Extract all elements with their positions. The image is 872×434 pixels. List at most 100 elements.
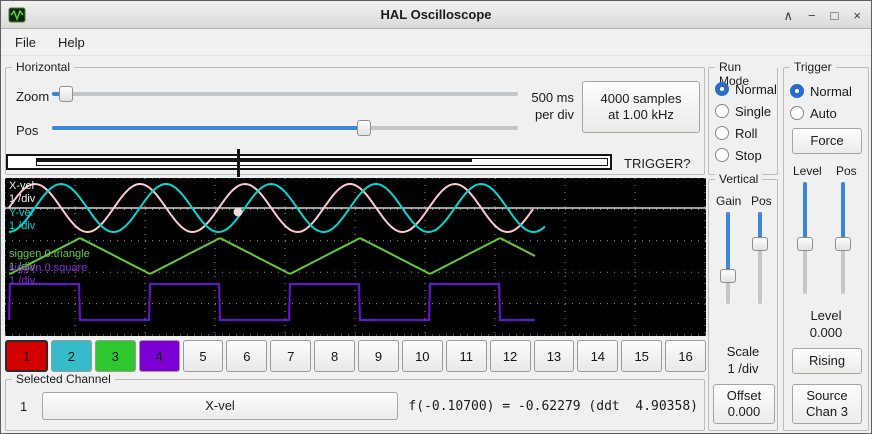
maximize-icon[interactable]: □ <box>831 9 839 22</box>
menu-bar: File Help <box>1 30 871 56</box>
channel-button-4[interactable]: 4 <box>139 340 180 372</box>
trigger-edge-button[interactable]: Rising <box>792 348 862 374</box>
scale-value: 1 /div <box>709 361 777 376</box>
timebase-value: 500 ms <box>512 89 574 106</box>
radio-roll[interactable]: Roll <box>715 122 777 144</box>
pos-slider-fill <box>52 126 364 130</box>
pos-slider-handle[interactable] <box>357 120 371 136</box>
trigger-level-value: 0.000 <box>784 325 868 340</box>
selected-channel-group-title: Selected Channel <box>12 372 115 386</box>
scope-channel-name: Y-vel <box>9 207 35 220</box>
vertical-group-title: Vertical <box>715 172 762 186</box>
channel-button-16[interactable]: 16 <box>665 340 706 372</box>
sample-count-label: 4000 samples <box>601 91 682 107</box>
radio-stop[interactable]: Stop <box>715 144 777 166</box>
gain-slider-fill <box>726 212 730 276</box>
scope-channel-name: siggen.0.triangle <box>9 248 90 261</box>
channel-button-10[interactable]: 10 <box>402 340 443 372</box>
channel-button-14[interactable]: 14 <box>577 340 618 372</box>
radio-single[interactable]: Single <box>715 100 777 122</box>
channel-button-row: 12345678910111213141516 <box>5 340 706 372</box>
channel-button-6[interactable]: 6 <box>226 340 267 372</box>
channel-button-11[interactable]: 11 <box>446 340 487 372</box>
radio-indicator[interactable] <box>715 148 729 162</box>
radio-indicator[interactable] <box>790 106 804 120</box>
channel-value-readout: f(-0.10700) = -0.62279 (ddt 4.90358) <box>404 399 698 414</box>
offset-value: 0.000 <box>728 404 761 420</box>
channel-button-12[interactable]: 12 <box>490 340 531 372</box>
run-mode-radios: Normal Single Roll Stop <box>715 78 777 166</box>
radio-normal[interactable]: Normal <box>715 78 777 100</box>
scope-display[interactable]: X-vel1 /divY-vel1 /divsiggen.0.triangle1… <box>5 178 706 336</box>
selected-channel-number: 1 <box>20 399 27 414</box>
trigger-group: Trigger NormalAuto Force Level Pos Level… <box>783 67 869 431</box>
close-icon[interactable]: × <box>853 9 861 22</box>
trigger-level-caption: Level <box>784 308 868 323</box>
trigger-level-slider[interactable] <box>796 182 814 294</box>
radio-indicator[interactable] <box>715 126 729 140</box>
offset-caption: Offset <box>727 388 761 404</box>
channel-button-9[interactable]: 9 <box>358 340 399 372</box>
channel-button-3[interactable]: 3 <box>95 340 136 372</box>
timeline-view-window[interactable] <box>36 158 608 166</box>
scope-channel-label: X-vel1 /div <box>9 180 35 206</box>
menu-file[interactable]: File <box>15 35 36 50</box>
trigger-level-slider-label: Level <box>793 164 822 178</box>
scope-channel-label: siggen.0.square1 /div <box>9 262 87 288</box>
channel-button-5[interactable]: 5 <box>183 340 224 372</box>
channel-button-8[interactable]: 8 <box>314 340 355 372</box>
offset-button[interactable]: Offset 0.000 <box>713 384 775 424</box>
channel-button-7[interactable]: 7 <box>270 340 311 372</box>
radio-indicator[interactable] <box>715 104 729 118</box>
channel-button-1[interactable]: 1 <box>5 340 48 372</box>
sample-rate-label: at 1.00 kHz <box>608 107 674 123</box>
radio-label: Normal <box>810 84 852 99</box>
channel-button-2[interactable]: 2 <box>51 340 92 372</box>
radio-indicator[interactable] <box>715 82 729 96</box>
radio-label: Stop <box>735 148 762 163</box>
force-button-label: Force <box>810 133 843 149</box>
minimize-icon[interactable]: − <box>808 9 816 22</box>
shade-icon[interactable]: ∧ <box>783 9 793 22</box>
trigger-level-handle[interactable] <box>797 237 813 251</box>
radio-indicator[interactable] <box>790 84 804 98</box>
trigger-position-marker[interactable] <box>237 149 240 177</box>
radio-label: Roll <box>735 126 757 141</box>
trigger-pos-handle[interactable] <box>835 237 851 251</box>
pos-slider[interactable] <box>52 119 518 137</box>
scope-svg <box>5 178 706 336</box>
scope-channel-label: Y-vel1 /div <box>9 207 35 233</box>
radio-auto[interactable]: Auto <box>790 102 852 124</box>
acquisition-timeline[interactable] <box>6 154 612 170</box>
scale-caption: Scale <box>709 344 777 359</box>
zoom-slider-groove[interactable] <box>52 92 518 96</box>
gain-slider[interactable] <box>719 212 737 304</box>
pos-label: Pos <box>16 123 38 138</box>
radio-normal[interactable]: Normal <box>790 80 852 102</box>
radio-label: Auto <box>810 106 837 121</box>
title-bar[interactable]: HAL Oscilloscope ∧ − □ × <box>1 1 871 29</box>
trigger-mode-radios: Normal Auto <box>790 80 852 124</box>
trigger-edge-label: Rising <box>809 353 845 369</box>
trigger-group-title: Trigger <box>790 60 836 74</box>
force-trigger-button[interactable]: Force <box>792 128 862 154</box>
trigger-pos-slider[interactable] <box>834 182 852 294</box>
sample-rate-button[interactable]: 4000 samples at 1.00 kHz <box>582 81 700 133</box>
radio-label: Normal <box>735 82 777 97</box>
trigger-source-value: Chan 3 <box>806 404 848 420</box>
selected-channel-name-button[interactable]: X-vel <box>42 392 398 420</box>
vertical-pos-handle[interactable] <box>752 237 768 251</box>
zoom-slider-handle[interactable] <box>59 86 73 102</box>
channel-button-15[interactable]: 15 <box>621 340 662 372</box>
waveform-siggen.0.square <box>9 284 535 320</box>
trigger-pos-slider-label: Pos <box>836 164 857 178</box>
channel-button-13[interactable]: 13 <box>534 340 575 372</box>
horizontal-group-title: Horizontal <box>12 60 74 74</box>
zoom-slider[interactable] <box>52 85 518 103</box>
menu-help[interactable]: Help <box>58 35 85 50</box>
horizontal-group: Horizontal Zoom 500 ms per div 4000 samp… <box>5 67 705 175</box>
scope-channel-name: X-vel <box>9 180 35 193</box>
gain-slider-handle[interactable] <box>720 269 736 283</box>
vertical-pos-slider[interactable] <box>751 212 769 304</box>
trigger-source-button[interactable]: Source Chan 3 <box>792 384 862 424</box>
